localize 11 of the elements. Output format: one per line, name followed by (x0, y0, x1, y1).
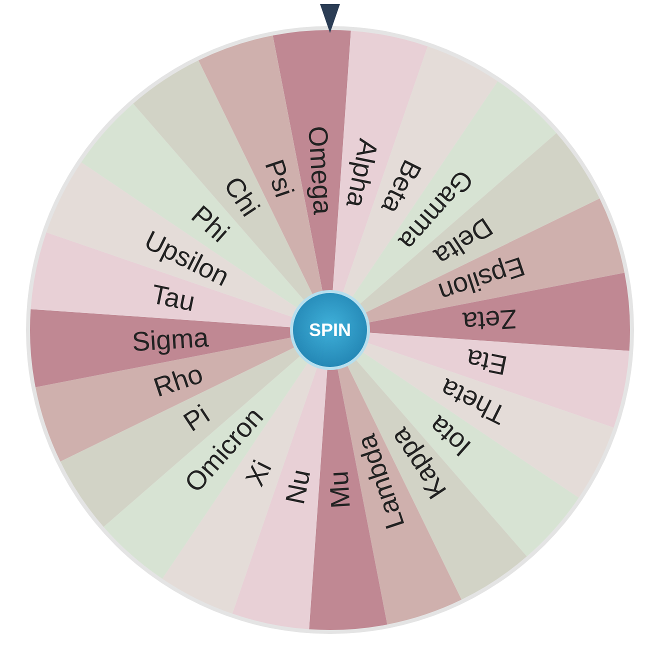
pointer-icon (320, 4, 340, 33)
segment-label: Tau (148, 279, 198, 318)
segment-label: Eta (464, 343, 510, 381)
segment-label: Psi (259, 156, 300, 201)
segment-label: Omega (302, 125, 338, 216)
segment-label: Sigma (131, 322, 210, 358)
segment-label: Nu (280, 466, 316, 507)
segment-label: Rho (150, 358, 207, 403)
segment-label: Mu (324, 470, 356, 510)
segment-label: Zeta (462, 304, 518, 337)
spin-button[interactable]: SPIN (290, 290, 370, 370)
